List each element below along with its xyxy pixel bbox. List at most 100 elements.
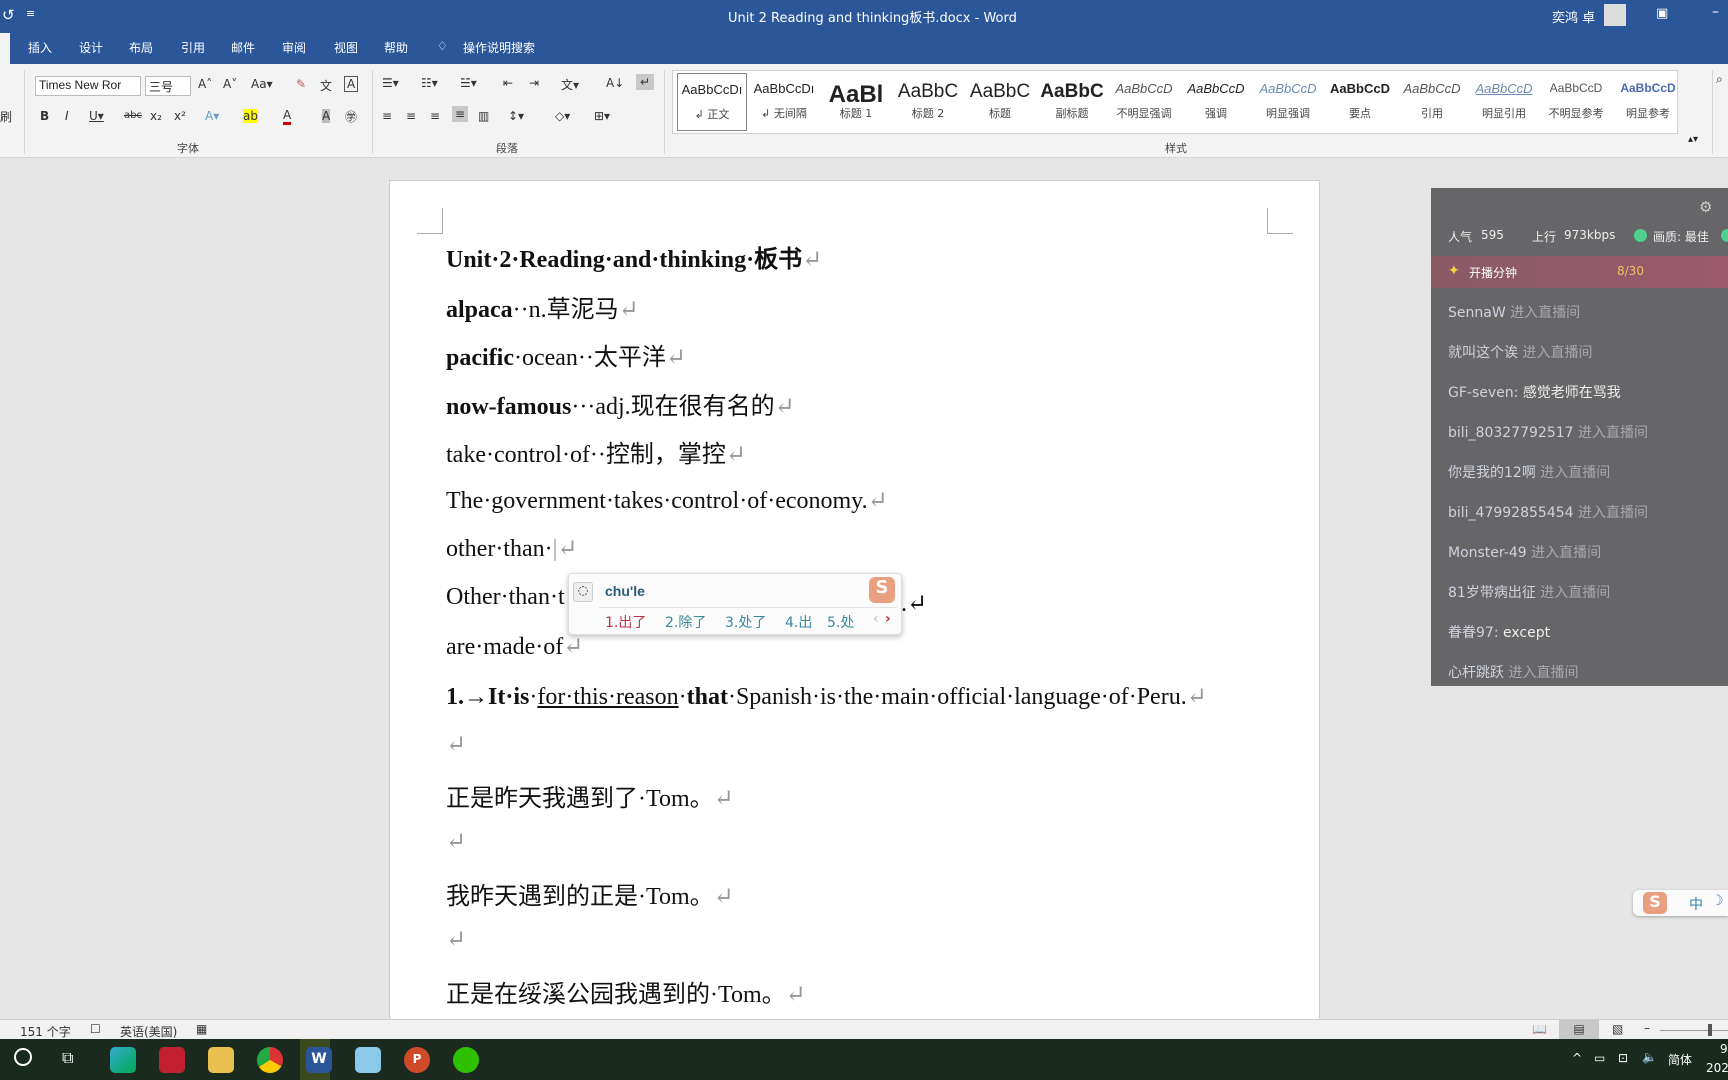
underline-button[interactable]: U▾: [89, 109, 104, 123]
web-layout-icon[interactable]: ▧: [1612, 1022, 1623, 1036]
ime-candidate[interactable]: 5.处: [827, 612, 854, 632]
bullets-icon[interactable]: ☰▾: [382, 76, 399, 90]
zoom-out-button[interactable]: –: [1644, 1021, 1650, 1035]
volume-icon[interactable]: 🔈: [1642, 1050, 1657, 1064]
doc-paragraph[interactable]: now-famous···adj.现在很有名的↵: [446, 386, 795, 421]
style-item[interactable]: AaBbCcD 要点: [1325, 73, 1395, 131]
chat-user[interactable]: 81岁带病出征: [1448, 585, 1536, 601]
sogou-logo-icon[interactable]: S: [1643, 892, 1667, 914]
chinese-layout-icon[interactable]: 文▾: [561, 76, 579, 93]
chat-user[interactable]: bili_47992855454: [1448, 505, 1574, 521]
show-marks-button[interactable]: ↵: [636, 74, 655, 90]
doc-paragraph[interactable]: Other·than·t: [446, 584, 565, 611]
sogou-status-bar[interactable]: S 中 ☽: [1633, 890, 1728, 916]
network-icon[interactable]: ⊡: [1618, 1051, 1628, 1065]
tab-view[interactable]: 视图: [334, 39, 358, 56]
tab-help[interactable]: 帮助: [384, 39, 408, 56]
italic-button[interactable]: I: [65, 109, 69, 123]
doc-paragraph[interactable]: alpaca··n.草泥马↵: [446, 289, 639, 324]
highlight-icon[interactable]: ab: [243, 109, 258, 123]
tab-insert[interactable]: 插入: [28, 39, 52, 56]
chat-user[interactable]: GF-seven:: [1448, 385, 1518, 401]
font-name-combo[interactable]: Times New Ror: [35, 76, 141, 96]
style-item[interactable]: AaBbCcD 不明显强调: [1109, 73, 1179, 131]
multilevel-list-icon[interactable]: ☱▾: [460, 76, 477, 90]
phonetic-guide-icon[interactable]: 文: [320, 77, 332, 94]
task-view-icon[interactable]: ⧉: [62, 1048, 73, 1068]
chat-user[interactable]: bili_80327792517: [1448, 425, 1574, 441]
style-item[interactable]: AaBbCcD 明显强调: [1253, 73, 1323, 131]
search-icon[interactable]: [14, 1048, 32, 1066]
subscript-button[interactable]: x₂: [150, 109, 162, 123]
ribbon-display-icon[interactable]: ▣: [1656, 6, 1668, 21]
gallery-scroll[interactable]: ▴▾: [1688, 134, 1698, 145]
grow-font-icon[interactable]: A˄: [198, 77, 212, 91]
chat-user[interactable]: SennaW: [1448, 305, 1506, 321]
style-item[interactable]: AaBbCcD 不明显参考: [1541, 73, 1611, 131]
line-spacing-icon[interactable]: ↕▾: [508, 109, 524, 123]
style-item[interactable]: AaBbCcD 明显引用: [1469, 73, 1539, 131]
distributed-icon[interactable]: ▥: [478, 109, 489, 123]
ime-mode[interactable]: 中: [1689, 894, 1703, 914]
zoom-slider[interactable]: [1660, 1030, 1728, 1031]
ime-candidate[interactable]: 3.处了: [725, 612, 766, 632]
doc-paragraph[interactable]: are·made·of↵: [446, 632, 583, 661]
chat-user[interactable]: 你是我的12啊: [1448, 465, 1536, 481]
align-left-icon[interactable]: ≡: [382, 109, 392, 123]
style-item[interactable]: AaBbCcD 强调: [1181, 73, 1251, 131]
doc-paragraph[interactable]: 正是昨天我遇到了·Tom。↵: [446, 778, 734, 813]
next-page-icon[interactable]: ›: [885, 611, 891, 627]
clock-time[interactable]: 9: [1720, 1042, 1728, 1056]
style-item[interactable]: AaBbCcD 明显参考: [1613, 73, 1683, 131]
doc-paragraph[interactable]: 正是在绥溪公园我遇到的·Tom。↵: [446, 974, 806, 1009]
bold-button[interactable]: B: [40, 109, 49, 123]
tab-design[interactable]: 设计: [79, 39, 103, 56]
tab-review[interactable]: 审阅: [282, 39, 306, 56]
style-item[interactable]: AaBbC 标题 2: [893, 73, 963, 131]
change-case-icon[interactable]: Aa▾: [251, 77, 273, 91]
ime-candidate[interactable]: 4.出: [785, 612, 812, 632]
align-center-icon[interactable]: ≡: [406, 109, 416, 123]
style-item[interactable]: AaBbCcDı ↲ 无间隔: [749, 73, 819, 131]
enclose-char-icon[interactable]: ㊫: [345, 108, 357, 125]
app-icon[interactable]: [355, 1047, 381, 1073]
char-shading-icon[interactable]: A: [322, 109, 331, 123]
minimize-button[interactable]: –: [1712, 4, 1719, 20]
tell-me-search[interactable]: 操作说明搜索: [463, 39, 535, 56]
text-effects-icon[interactable]: A▾: [205, 109, 219, 123]
tab-references[interactable]: 引用: [181, 39, 205, 56]
proofing-icon[interactable]: ☐: [90, 1022, 101, 1036]
strikethrough-button[interactable]: abc: [124, 110, 142, 121]
shrink-font-icon[interactable]: A˅: [223, 77, 237, 91]
style-item[interactable]: AaBbCcDı ↲ 正文: [677, 73, 747, 131]
word-icon[interactable]: W: [306, 1047, 332, 1073]
ime-candidate[interactable]: 2.除了: [665, 612, 706, 632]
doc-paragraph[interactable]: ↵: [446, 925, 466, 954]
find-icon[interactable]: ⌕: [1716, 72, 1723, 87]
avatar[interactable]: [1604, 4, 1626, 26]
language[interactable]: 英语(美国): [120, 1023, 177, 1040]
doc-paragraph[interactable]: take·control·of··控制，掌控↵: [446, 434, 746, 469]
zoom-slider-thumb[interactable]: [1708, 1024, 1712, 1036]
undo-icon[interactable]: ↺: [2, 6, 15, 24]
word-count[interactable]: 151 个字: [20, 1023, 71, 1040]
font-size-combo[interactable]: 三号: [145, 76, 191, 96]
user-name[interactable]: 奕鸿 卓: [1552, 7, 1595, 26]
prev-page-icon[interactable]: ‹: [873, 611, 879, 627]
doc-paragraph[interactable]: pacific·ocean··太平洋↵: [446, 337, 686, 372]
lightbulb-icon[interactable]: ◌: [573, 582, 593, 602]
justify-button[interactable]: ≡: [452, 106, 469, 122]
read-mode-icon[interactable]: 📖: [1532, 1022, 1547, 1036]
wechat-icon[interactable]: [453, 1047, 479, 1073]
tab-layout[interactable]: 布局: [129, 39, 153, 56]
print-layout-button[interactable]: ▤: [1559, 1020, 1599, 1040]
font-color-icon[interactable]: A: [283, 108, 292, 125]
chat-user[interactable]: 就叫这个诶: [1448, 345, 1518, 361]
doc-paragraph[interactable]: other·than·|↵: [446, 534, 578, 563]
style-item[interactable]: AaBbC 副标题: [1037, 73, 1107, 131]
doc-paragraph[interactable]: Unit·2·Reading·and·thinking·板书↵: [446, 239, 822, 274]
battery-icon[interactable]: ▭: [1594, 1051, 1605, 1065]
file-explorer-icon[interactable]: [208, 1047, 234, 1073]
tab-home[interactable]: [0, 33, 10, 64]
doc-paragraph[interactable]: The·government·takes·control·of·economy.…: [446, 486, 888, 515]
